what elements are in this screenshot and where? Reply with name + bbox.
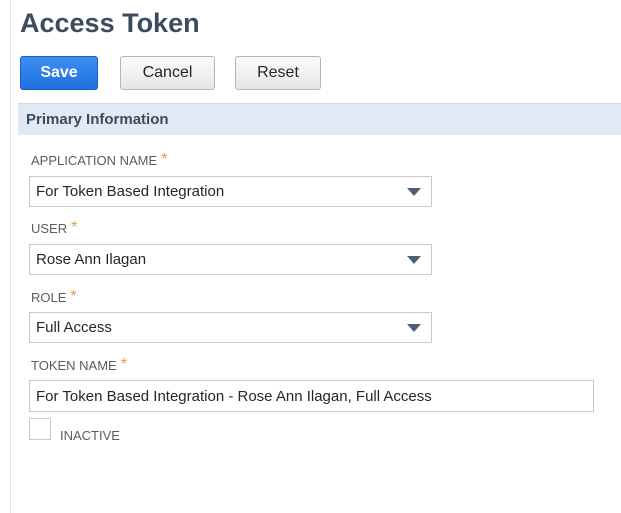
page-title: Access Token [20,8,200,38]
inactive-checkbox[interactable] [29,418,51,440]
left-divider [10,0,11,513]
required-asterisk-icon: * [71,219,78,236]
cancel-button[interactable]: Cancel [120,56,215,90]
token-name-input[interactable] [29,380,594,412]
primary-information-header: Primary Information [18,103,621,135]
role-select[interactable]: Full Access [29,312,432,343]
application-name-label: APPLICATION NAME * [31,151,168,170]
role-label: ROLE * [31,288,77,307]
chevron-down-icon[interactable] [407,256,421,264]
user-label: USER * [31,219,78,238]
user-select[interactable]: Rose Ann Ilagan [29,244,432,275]
application-name-label-text: APPLICATION NAME [31,153,158,168]
chevron-down-icon[interactable] [407,188,421,196]
role-value: Full Access [36,319,112,336]
application-name-value: For Token Based Integration [36,183,225,200]
reset-button[interactable]: Reset [235,56,321,90]
required-asterisk-icon: * [70,288,77,305]
required-asterisk-icon: * [161,151,168,168]
required-asterisk-icon: * [120,356,127,373]
inactive-label: INACTIVE [60,428,120,443]
user-label-text: USER [31,221,68,236]
application-name-select[interactable]: For Token Based Integration [29,176,432,207]
save-button[interactable]: Save [20,56,98,90]
token-name-label: TOKEN NAME * [31,356,127,375]
role-label-text: ROLE [31,290,67,305]
chevron-down-icon[interactable] [407,324,421,332]
section-title: Primary Information [26,111,169,128]
user-value: Rose Ann Ilagan [36,251,147,268]
token-name-label-text: TOKEN NAME [31,358,117,373]
